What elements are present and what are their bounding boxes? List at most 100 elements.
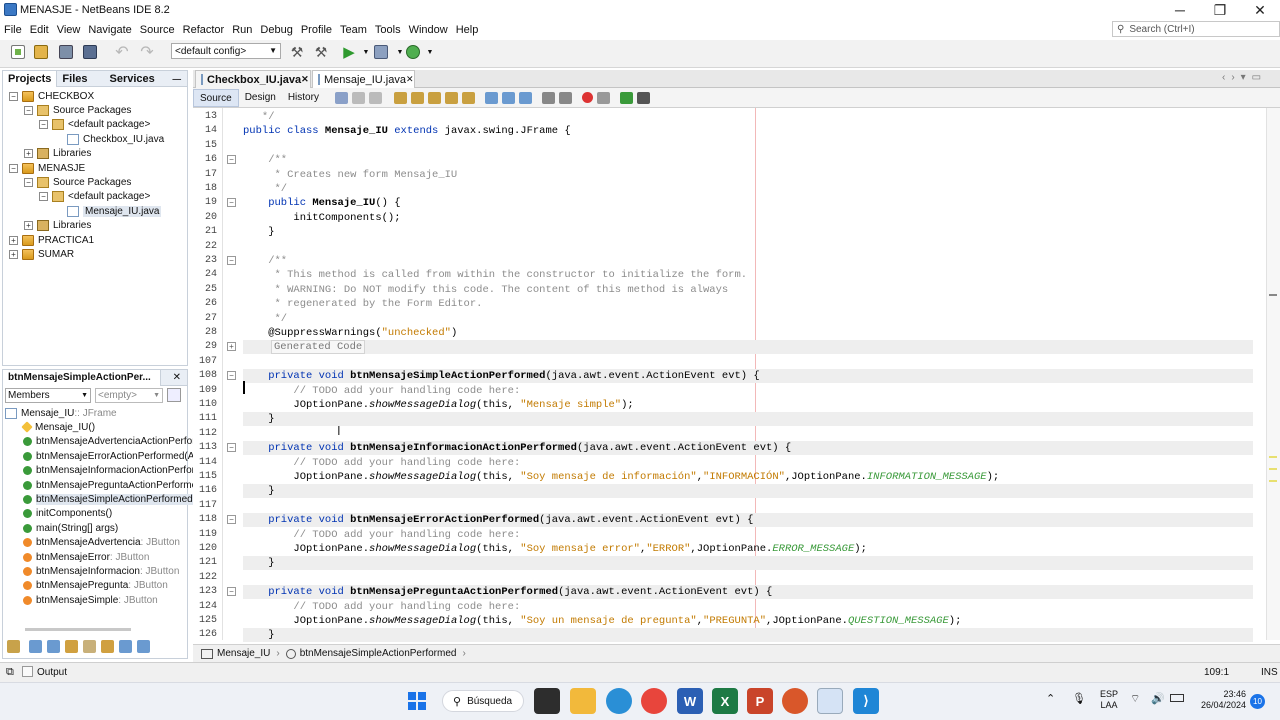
menu-window[interactable]: Window [405, 24, 452, 36]
code-line[interactable]: } [243, 225, 274, 239]
sort-source-icon[interactable] [137, 640, 150, 653]
member-item[interactable]: main(String[] args) [9, 521, 118, 535]
tab-nav-controls[interactable]: ‹›▾▭ [1222, 72, 1267, 83]
collapse-icon[interactable]: − [9, 91, 18, 101]
find-next-icon[interactable] [427, 91, 441, 104]
expand-icon[interactable]: + [9, 249, 18, 259]
code-line[interactable]: JOptionPane.showMessageDialog(this, "Soy… [243, 470, 999, 484]
tab-mensaje-iu[interactable]: Mensaje_IU.java ✕ [312, 70, 415, 88]
filter-inherited-icon[interactable] [7, 640, 20, 653]
clock[interactable]: 23:46 26/04/2024 [1190, 689, 1246, 711]
uncomment-icon[interactable] [636, 91, 650, 104]
collapse-fold-icon[interactable]: − [227, 371, 236, 381]
stop-macro-icon[interactable] [596, 91, 610, 104]
undo-button[interactable]: ↶ [112, 42, 132, 62]
expand-fold-icon[interactable]: + [227, 342, 236, 352]
code-line[interactable]: /** [243, 153, 287, 167]
collapse-fold-icon[interactable]: − [227, 198, 236, 208]
tree-item[interactable]: − Source Packages [24, 103, 131, 117]
code-line[interactable]: public class Mensaje_IU extends javax.sw… [243, 124, 571, 138]
menu-edit[interactable]: Edit [26, 24, 53, 36]
member-item[interactable]: initComponents() [9, 507, 112, 521]
filter-options-icon[interactable] [167, 388, 181, 402]
output-toggle-icon[interactable] [22, 666, 33, 677]
code-line[interactable]: @SuppressWarnings("unchecked") [243, 326, 457, 340]
filter-fields-icon[interactable] [29, 640, 42, 653]
member-item[interactable]: btnMensajePregunta : JButton [9, 579, 168, 593]
find-previous-icon[interactable] [410, 91, 424, 104]
tab-projects[interactable]: Projects [3, 70, 58, 87]
code-line[interactable]: // TODO add your handling code here: [243, 528, 520, 542]
powerpoint-icon[interactable]: P [747, 688, 773, 714]
member-item[interactable]: btnMensajeInformacionActionPerforme [9, 464, 209, 478]
collapse-fold-icon[interactable]: − [227, 515, 236, 525]
expand-icon[interactable]: + [9, 235, 18, 245]
code-line[interactable]: JOptionPane.showMessageDialog(this, "Men… [243, 398, 633, 412]
tree-item[interactable]: Mensaje_IU.java [54, 204, 162, 218]
fox-app-icon[interactable] [782, 688, 808, 714]
tree-item[interactable]: − <default package> [39, 190, 150, 204]
expand-icon[interactable]: + [24, 149, 33, 159]
chrome-browser-icon[interactable] [641, 688, 667, 714]
menu-view[interactable]: View [53, 24, 85, 36]
open-project-button[interactable] [56, 42, 76, 62]
close-icon[interactable]: ✕ [173, 372, 181, 383]
menu-profile[interactable]: Profile [297, 24, 336, 36]
vertical-scrollbar[interactable] [1266, 108, 1280, 640]
close-icon[interactable]: ✕ [406, 74, 414, 85]
config-dropdown[interactable]: <default config> ▼ [171, 43, 281, 59]
minimize-button[interactable]: ─ [1160, 0, 1200, 20]
code-line[interactable]: } [243, 556, 274, 570]
chevron-up-icon[interactable]: ⌃ [1046, 692, 1055, 705]
code-line[interactable]: */ [243, 182, 288, 196]
close-icon[interactable]: ✕ [301, 74, 309, 85]
vscode-icon[interactable]: ⟩ [853, 688, 879, 714]
previous-bookmark-icon[interactable] [484, 91, 498, 104]
close-button[interactable]: ✕ [1240, 0, 1280, 20]
menu-refactor[interactable]: Refactor [179, 24, 229, 36]
input-language[interactable]: ESP LAA [1100, 689, 1118, 711]
excel-icon[interactable]: X [712, 688, 738, 714]
code-line[interactable]: public Mensaje_IU() { [243, 196, 400, 210]
search-input[interactable]: ⚲ Search (Ctrl+I) [1112, 21, 1280, 37]
tab-checkbox-iu[interactable]: Checkbox_IU.java ✕ [195, 70, 311, 88]
member-item[interactable]: btnMensajeErrorActionPerformed(Actio [9, 449, 210, 463]
tab-files[interactable]: Files [57, 71, 92, 87]
collapse-icon[interactable]: − [9, 163, 18, 173]
start-button[interactable] [404, 688, 430, 714]
menu-navigate[interactable]: Navigate [84, 24, 135, 36]
forward-icon[interactable] [368, 91, 382, 104]
breadcrumb-class[interactable]: Mensaje_IU [217, 648, 270, 659]
code-line[interactable]: private void btnMensajeSimpleActionPerfo… [243, 369, 760, 383]
filter-inner-icon[interactable] [101, 640, 114, 653]
build-button[interactable]: ⚒ [287, 42, 307, 62]
back-icon[interactable] [351, 91, 365, 104]
code-line[interactable]: * Creates new form Mensaje_IU [243, 168, 458, 182]
find-icon[interactable] [393, 91, 407, 104]
filter-nonpublic-icon[interactable] [83, 640, 96, 653]
member-item[interactable]: btnMensajeSimple : JButton [9, 593, 158, 607]
tree-item[interactable]: − Source Packages [24, 175, 131, 189]
menu-source[interactable]: Source [136, 24, 179, 36]
tree-item[interactable]: + PRACTICA1 [9, 233, 94, 247]
clean-build-button[interactable]: ⚒ [311, 42, 331, 62]
code-line[interactable]: // TODO add your handling code here: [243, 384, 520, 398]
redo-button[interactable]: ↷ [137, 42, 157, 62]
collapse-fold-icon[interactable]: − [227, 587, 236, 597]
code-line[interactable]: // TODO add your handling code here: [243, 600, 520, 614]
collapse-icon[interactable]: − [39, 192, 48, 202]
collapse-icon[interactable]: − [24, 105, 33, 115]
file-explorer-icon[interactable] [570, 688, 596, 714]
code-line[interactable]: * regenerated by the Form Editor. [243, 297, 483, 311]
taskbar-search[interactable]: ⚲ Búsqueda [442, 690, 524, 712]
word-icon[interactable]: W [677, 688, 703, 714]
toggle-highlight-icon[interactable] [444, 91, 458, 104]
notification-badge[interactable]: 10 [1250, 694, 1265, 709]
collapse-fold-icon[interactable]: − [227, 256, 236, 265]
edge-browser-icon[interactable] [606, 688, 632, 714]
tree-item[interactable]: − <default package> [39, 118, 150, 132]
filter-private-icon[interactable] [65, 640, 78, 653]
rectangular-selection-icon[interactable] [461, 91, 475, 104]
save-all-button[interactable] [80, 42, 100, 62]
member-item[interactable]: btnMensajeInformacion : JButton [9, 564, 179, 578]
